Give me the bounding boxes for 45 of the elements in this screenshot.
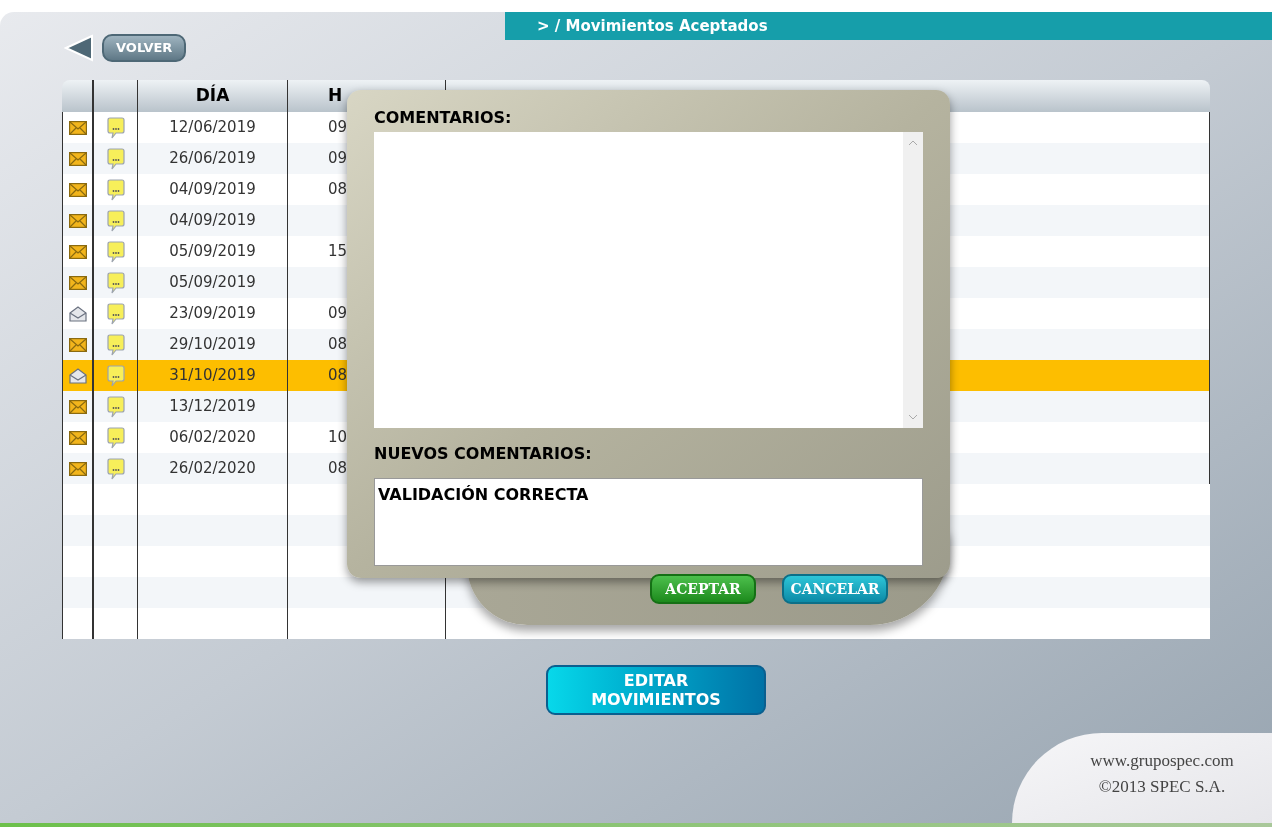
accept-button[interactable]: ACEPTAR	[650, 574, 756, 604]
cancel-button[interactable]: CANCELAR	[782, 574, 888, 604]
speech-bubble-icon[interactable]	[106, 116, 125, 139]
date-cell-text: 04/09/2019	[169, 179, 256, 201]
date-cell-text: 05/09/2019	[169, 241, 256, 263]
speech-bubble-icon[interactable]	[106, 395, 125, 418]
scroll-up-icon[interactable]	[908, 140, 918, 146]
time-cell-text: 08	[328, 365, 348, 387]
edit-movements-button[interactable]: EDITAR MOVIMIENTOS	[546, 665, 766, 715]
time-cell-text: 08	[328, 458, 348, 480]
speech-bubble-icon[interactable]	[106, 271, 125, 294]
back-arrow-icon[interactable]	[64, 34, 94, 62]
date-cell-text: 12/06/2019	[169, 117, 256, 139]
scroll-down-icon[interactable]	[908, 414, 918, 420]
date-cell-text: 26/06/2019	[169, 148, 256, 170]
date-cell-text: 23/09/2019	[169, 303, 256, 325]
speech-bubble-icon[interactable]	[106, 178, 125, 201]
breadcrumb-bar: > / Movimientos Aceptados	[505, 12, 1272, 40]
date-cell-text: 05/09/2019	[169, 272, 256, 294]
back-button[interactable]: VOLVER	[102, 34, 187, 62]
speech-bubble-icon[interactable]	[106, 364, 125, 387]
date-cell-text: 06/02/2020	[169, 427, 256, 449]
date-cell-text: 04/09/2019	[169, 210, 256, 232]
time-cell-text: 09	[328, 148, 348, 170]
time-cell-text: 09	[328, 303, 348, 325]
date-cell-text: 13/12/2019	[169, 396, 256, 418]
time-cell-text: 08	[328, 179, 348, 201]
time-cell-text: 10	[328, 427, 348, 449]
time-cell-text: 15	[328, 241, 348, 263]
speech-bubble-icon[interactable]	[106, 333, 125, 356]
website-link[interactable]: www.grupospec.com	[1090, 748, 1234, 774]
speech-bubble-icon[interactable]	[106, 209, 125, 232]
copyright-text: ©2013 SPEC S.A.	[1098, 776, 1226, 798]
speech-bubble-icon[interactable]	[106, 240, 125, 263]
new-comments-textarea[interactable]: VALIDACIÓN CORRECTA	[374, 478, 923, 566]
speech-bubble-icon[interactable]	[106, 302, 125, 325]
date-cell-text: 31/10/2019	[169, 365, 256, 387]
date-cell-text: 26/02/2020	[169, 458, 256, 480]
speech-bubble-icon[interactable]	[106, 457, 125, 480]
speech-bubble-icon[interactable]	[106, 147, 125, 170]
time-cell-text: 09	[328, 117, 348, 139]
new-comments-label: NUEVOS COMENTARIOS:	[374, 443, 593, 465]
date-cell-text: 29/10/2019	[169, 334, 256, 356]
speech-bubble-icon[interactable]	[106, 426, 125, 449]
time-cell-text: 08	[328, 334, 348, 356]
